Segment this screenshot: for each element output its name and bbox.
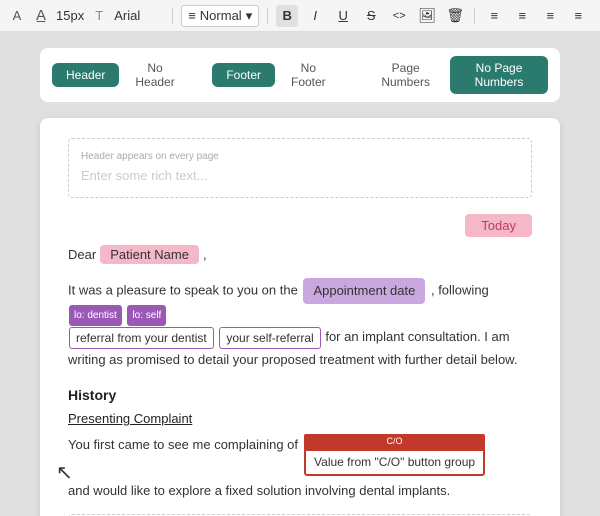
no-page-numbers-tab[interactable]: No Page Numbers [450,56,548,94]
lo-self-tag[interactable]: lo: self [127,305,166,326]
align-left-button[interactable]: ≡ [483,5,505,27]
body-text-1: It was a pleasure to speak to you on the [68,282,298,297]
today-row: Today [68,214,532,237]
footer-tab[interactable]: Footer [212,63,275,87]
body-paragraph: It was a pleasure to speak to you on the… [68,278,532,371]
header-tab-group: Header No Header [52,56,189,94]
complaint-text-1: You first came to see me complaining of [68,434,298,456]
co-tag-container: C/O Value from "C/O" button group [304,434,485,476]
history-title: History [68,387,532,403]
font-color-icon[interactable]: A̲ [32,7,50,25]
underline-button[interactable]: U [332,5,354,27]
font-type-icon: T [90,7,108,25]
style-selector[interactable]: ≡ Normal ▾ [181,5,259,27]
font-name[interactable]: Arial [114,8,164,23]
no-header-tab[interactable]: No Header [121,56,188,94]
divider-2 [267,8,268,24]
complaint-row: You first came to see me complaining of … [68,434,532,502]
appointment-date-tag[interactable]: Appointment date [303,278,425,304]
comma: , [203,247,207,262]
font-style-icon[interactable]: A [8,7,26,25]
page-numbers-tab[interactable]: Page Numbers [363,56,448,94]
page-numbers-tab-group: Page Numbers No Page Numbers [363,56,548,94]
align-justify-button[interactable]: ≡ [567,5,589,27]
co-label: C/O [304,434,485,449]
complaint-text-2: and would like to explore a fixed soluti… [68,480,450,502]
no-footer-tab[interactable]: No Footer [277,56,340,94]
paragraph-icon: ≡ [188,8,196,23]
lo-dentist-tag[interactable]: lo: dentist [69,305,122,326]
presenting-complaint-title: Presenting Complaint [68,411,532,426]
italic-button[interactable]: I [304,5,326,27]
image-button[interactable]: 🖼 [416,5,438,27]
header-section[interactable]: Header appears on every page Enter some … [68,138,532,198]
today-button[interactable]: Today [465,214,532,237]
header-placeholder: Enter some rich text... [81,168,519,183]
footer-tab-group: Footer No Footer [212,56,339,94]
style-label: Normal [200,8,242,23]
header-section-label: Header appears on every page [81,151,519,162]
referral-tag[interactable]: referral from your dentist [69,327,214,349]
co-value-tag[interactable]: Value from "C/O" button group [304,449,485,475]
bold-button[interactable]: B [276,5,298,27]
tab-row: Header No Header Footer No Footer Page N… [40,48,560,102]
dear-line: Dear Patient Name , [68,245,532,264]
dear-label: Dear [68,247,96,262]
font-size[interactable]: 15px [56,8,84,23]
header-tab[interactable]: Header [52,63,119,87]
toolbar: A A̲ 15px T Arial ≡ Normal ▾ B I U S <> … [0,0,600,32]
delete-button[interactable]: 🗑 [444,5,466,27]
main-content: Header No Header Footer No Footer Page N… [0,32,600,516]
align-right-button[interactable]: ≡ [539,5,561,27]
divider-1 [172,8,173,24]
patient-name-tag[interactable]: Patient Name [100,245,199,264]
code-button[interactable]: <> [388,5,410,27]
document-card: Header appears on every page Enter some … [40,118,560,516]
body-text-2: , following [431,282,489,297]
align-center-button[interactable]: ≡ [511,5,533,27]
history-section: History Presenting Complaint You first c… [68,387,532,502]
chevron-down-icon: ▾ [246,8,253,24]
strikethrough-button[interactable]: S [360,5,382,27]
self-referral-tag[interactable]: your self-referral [219,327,320,349]
divider-3 [474,8,475,24]
